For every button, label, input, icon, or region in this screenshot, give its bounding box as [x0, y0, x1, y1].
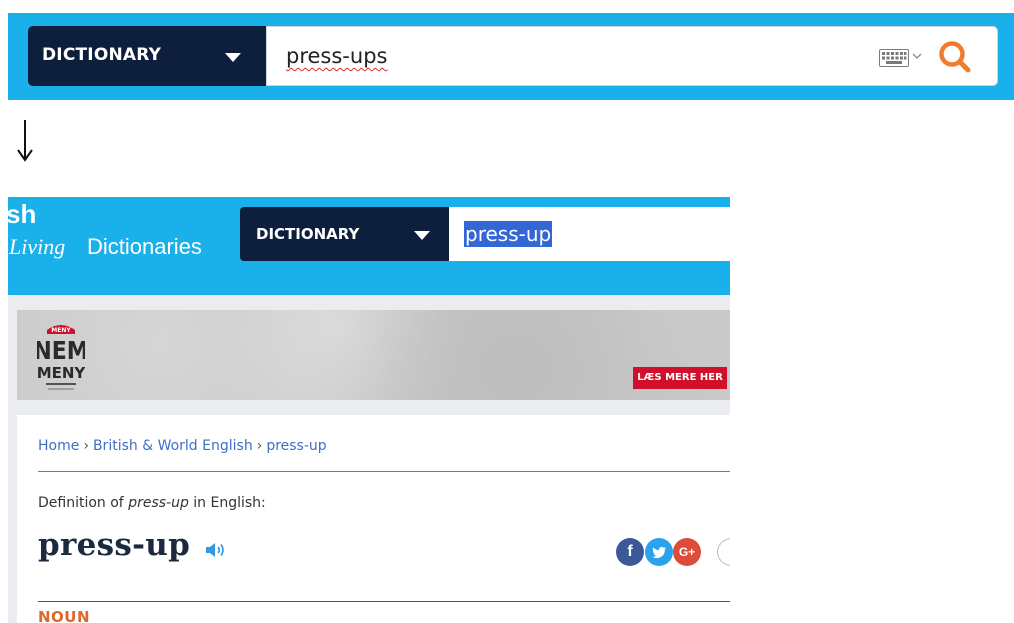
divider — [38, 471, 730, 472]
search-input[interactable]: press-up — [449, 207, 730, 261]
dictionary-page: sh Living Dictionaries DICTIONARY press-… — [8, 197, 730, 623]
logo-dictionaries: Dictionaries — [87, 234, 202, 259]
keyboard-icon[interactable] — [879, 49, 909, 67]
breadcrumb-separator: › — [83, 438, 89, 454]
search-query-selected: press-up — [464, 221, 553, 247]
chevron-down-icon[interactable] — [911, 47, 923, 65]
definition-prefix: Definition of — [38, 495, 129, 511]
dropdown-label: DICTIONARY — [256, 225, 360, 243]
logo-partial-text: sh — [8, 199, 37, 229]
headword: press-up — [38, 527, 191, 563]
site-header: sh Living Dictionaries DICTIONARY press-… — [8, 197, 730, 295]
breadcrumb-separator: › — [256, 438, 263, 454]
caret-down-icon — [225, 53, 241, 62]
ad-brand-main: NEM — [37, 336, 85, 366]
divider — [38, 601, 730, 602]
breadcrumb-home[interactable]: Home — [38, 438, 79, 454]
twitter-icon[interactable] — [645, 538, 673, 566]
breadcrumb-current[interactable]: press-up — [266, 438, 326, 454]
part-of-speech: NOUN — [38, 608, 91, 623]
twitter-bird-glyph — [652, 546, 666, 559]
googleplus-icon[interactable]: G+ — [673, 538, 701, 566]
audio-icon[interactable] — [205, 542, 227, 558]
ad-brand-sub: MENY — [37, 364, 85, 382]
search-icon[interactable] — [937, 39, 973, 75]
caret-down-icon — [414, 231, 430, 240]
definition-word: press-up — [128, 495, 189, 511]
top-search-bar: DICTIONARY press-ups — [8, 13, 1014, 100]
nem-meny-logo: MENY NEM MENY — [37, 325, 85, 390]
facebook-icon[interactable]: f — [616, 538, 644, 566]
ad-brand-top: MENY — [51, 327, 71, 334]
search-input[interactable]: press-ups — [266, 26, 998, 86]
search-query: press-ups — [286, 44, 388, 68]
breadcrumb-section[interactable]: British & World English — [93, 438, 253, 454]
definition-suffix: in English: — [188, 495, 266, 511]
logo-living: Living — [9, 234, 66, 259]
googleplus-glyph: G+ — [678, 545, 696, 559]
facebook-glyph: f — [627, 543, 633, 560]
down-arrow-icon — [17, 120, 33, 162]
definition-intro: Definition of press-up in English: — [38, 495, 266, 511]
advertisement-banner[interactable]: MENY NEM MENY LÆS MERE HER — [17, 310, 730, 400]
dropdown-label: DICTIONARY — [42, 45, 162, 65]
entry-content: Home › British & World English › press-up De… — [17, 415, 730, 623]
more-share-icon[interactable] — [717, 538, 730, 566]
ad-cta-button[interactable]: LÆS MERE HER — [633, 367, 727, 389]
dictionary-dropdown[interactable]: DICTIONARY — [240, 207, 449, 261]
dictionary-dropdown[interactable]: DICTIONARY — [28, 26, 266, 86]
breadcrumb: Home › British & World English › press-up — [38, 438, 327, 454]
